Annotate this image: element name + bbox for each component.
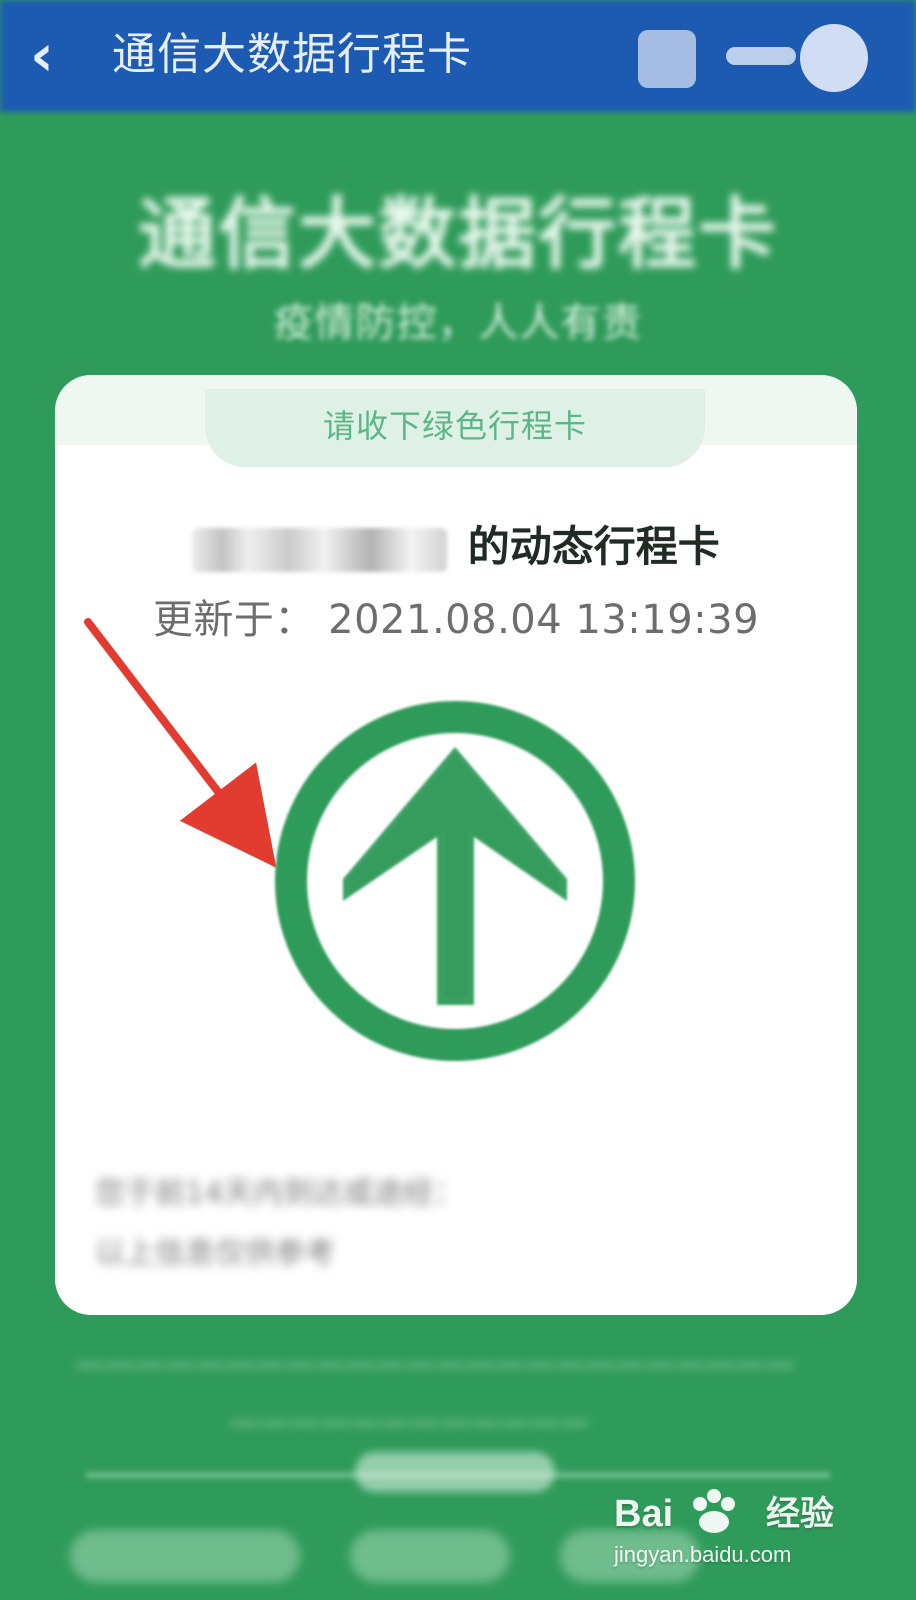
baidu-jingyan-watermark: Bai 经验 jingyan.baidu.com	[614, 1489, 864, 1592]
owner-line: 的动态行程卡	[55, 513, 857, 574]
close-icon[interactable]	[800, 24, 868, 92]
blurred-info-line-2: 以上信息仅供参考	[95, 1236, 335, 1271]
more-icon[interactable]	[726, 47, 796, 65]
green-up-arrow-icon	[269, 695, 641, 1067]
back-icon[interactable]: ‹	[30, 26, 84, 84]
page-subtitle: 疫情防控，人人有责	[273, 300, 643, 346]
top-bar-title: 通信大数据行程卡	[112, 29, 472, 80]
itinerary-card: 请收下绿色行程卡 的动态行程卡 更新于： 2021.08.04 13:19:39…	[55, 375, 857, 1315]
bottom-note-line-1: ————————————————————————	[75, 1347, 795, 1382]
updated-label: 更新于：	[152, 597, 315, 643]
blurred-info-line-1: 您于前14天内到达或途经：	[95, 1176, 464, 1211]
bottom-note-line-2: ————————————	[230, 1405, 590, 1440]
owner-suffix: 的动态行程卡	[467, 522, 720, 571]
updated-value: 2021.08.04 13:19:39	[328, 597, 760, 643]
page-title: 通信大数据行程卡	[137, 190, 778, 280]
footer-pill-left[interactable]	[70, 1530, 300, 1582]
updated-timestamp: 更新于： 2021.08.04 13:19:39	[55, 587, 857, 645]
watermark-brand-left: Bai	[614, 1493, 674, 1535]
menu-icon[interactable]	[638, 30, 696, 88]
watermark-brand-right: 经验	[766, 1494, 834, 1534]
card-tab-label: 请收下绿色行程卡	[205, 389, 705, 467]
paw-icon	[693, 1489, 735, 1533]
masked-phone-number	[192, 527, 448, 572]
bottom-divider-pill	[355, 1452, 555, 1492]
watermark-domain: jingyan.baidu.com	[614, 1542, 792, 1567]
badge-svg	[275, 701, 635, 1061]
footer-pill-middle[interactable]	[350, 1530, 510, 1582]
